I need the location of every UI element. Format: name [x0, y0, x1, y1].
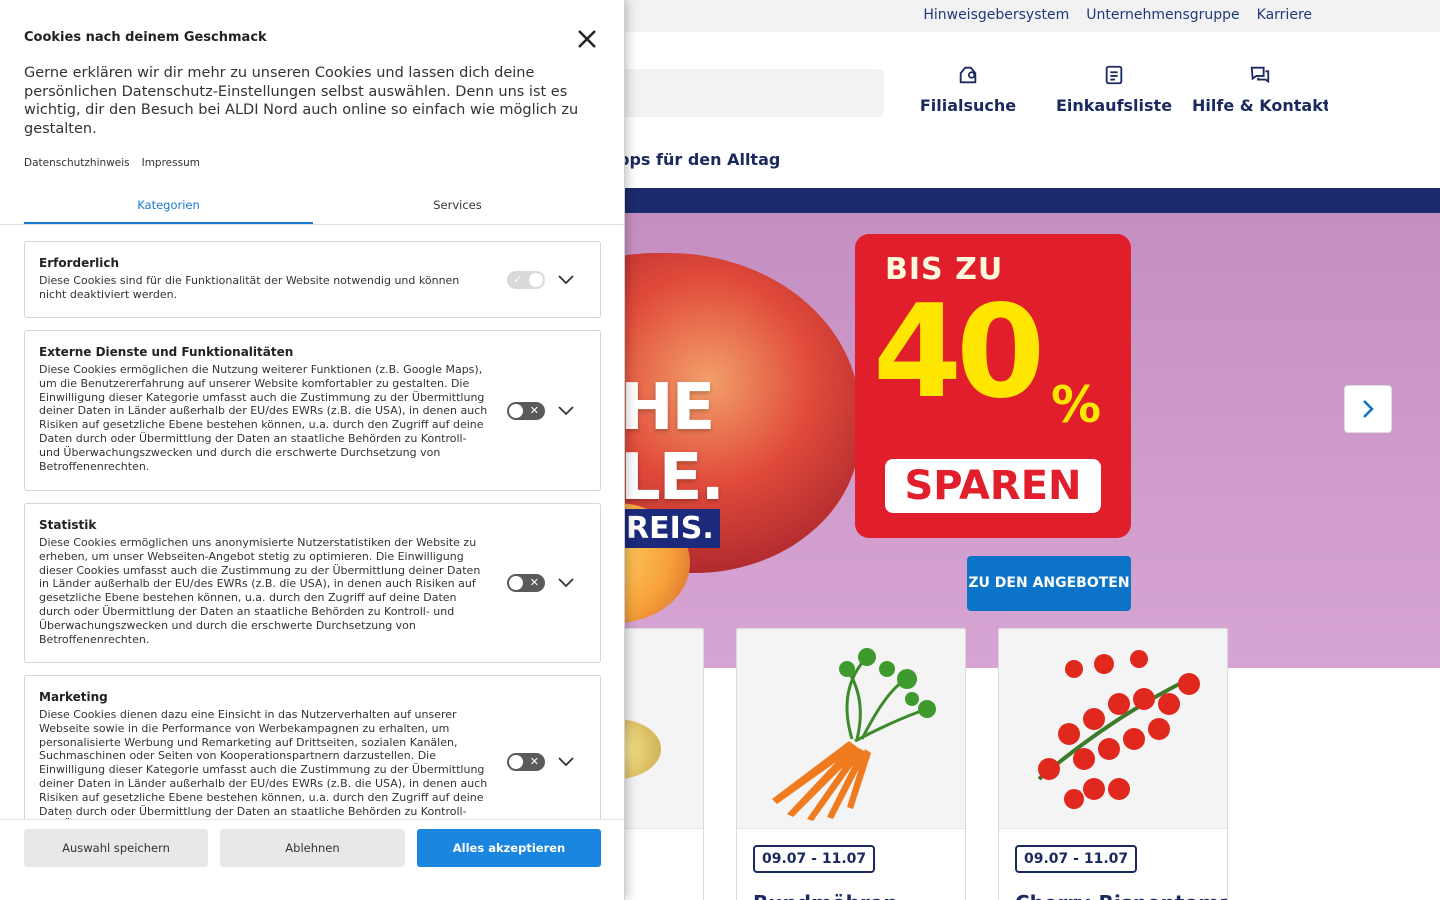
- link-karriere[interactable]: Karriere: [1257, 7, 1312, 23]
- category-title: Externe Dienste und Funktionalitäten: [39, 345, 294, 359]
- promo-badge: BIS ZU 40 % SPAREN: [855, 234, 1131, 538]
- nav-filialsuche-label: Filialsuche: [919, 96, 1017, 115]
- privacy-link[interactable]: Datenschutzhinweis: [24, 157, 130, 169]
- subnav-apps-alltag[interactable]: pps für den Alltag: [618, 150, 780, 169]
- chat-bubbles-icon: [1250, 66, 1270, 84]
- category-title: Statistik: [39, 518, 97, 532]
- offer-date-badge: 09.07 - 11.07: [753, 845, 876, 873]
- check-icon: ✓: [513, 273, 523, 286]
- cookie-links: Datenschutzhinweis Impressum: [24, 157, 200, 169]
- product-image-carrots: [737, 629, 965, 829]
- utility-links: Hinweisgebersystem Unternehmensgruppe Ka…: [923, 7, 1312, 23]
- toggle-externe-dienste[interactable]: ✕: [507, 402, 545, 420]
- nav-einkaufsliste-label: Einkaufsliste: [1055, 96, 1173, 115]
- close-button[interactable]: [572, 24, 602, 54]
- hero-banner: HE LE. REIS. BIS ZU 40 % SPAREN ZU DEN A…: [600, 213, 1440, 668]
- product-title[interactable]: Bundmöhren: [753, 891, 898, 900]
- tomatoes-illustration: [1037, 650, 1200, 809]
- toggle-knob: [509, 404, 523, 418]
- hero-headline-line-2: LE.: [620, 441, 725, 515]
- shopping-list-icon: [1105, 65, 1123, 85]
- chevron-down-icon[interactable]: [557, 405, 575, 417]
- category-erforderlich: Erforderlich Diese Cookies sind für die …: [24, 241, 601, 318]
- hero-price-tag: REIS.: [620, 509, 720, 548]
- tab-services[interactable]: Services: [313, 198, 602, 212]
- category-title: Marketing: [39, 690, 108, 704]
- toggle-knob: [509, 755, 523, 769]
- nav-einkaufsliste[interactable]: Einkaufsliste: [1054, 64, 1174, 115]
- hero-headline: HE LE.: [620, 371, 725, 515]
- category-marketing: Marketing Diese Cookies dienen dazu eine…: [24, 675, 601, 835]
- category-description: Diese Cookies ermöglichen uns anonymisie…: [39, 536, 481, 646]
- close-icon: [578, 30, 596, 48]
- hero-headline-line-1: HE: [620, 371, 715, 445]
- cookie-footer: Auswahl speichern Ablehnen Alles akzepti…: [0, 819, 624, 900]
- chevron-down-icon[interactable]: [557, 756, 575, 768]
- promo-sparen: SPAREN: [885, 459, 1101, 513]
- offer-date-badge: 09.07 - 11.07: [1015, 845, 1138, 873]
- imprint-link[interactable]: Impressum: [142, 157, 200, 169]
- toggle-erforderlich: ✓: [507, 271, 545, 289]
- cookie-panel-title: Cookies nach deinem Geschmack: [24, 30, 267, 45]
- toggle-marketing[interactable]: ✕: [507, 753, 545, 771]
- nav-hilfe-kontakt[interactable]: Hilfe & Kontakt: [1192, 64, 1328, 115]
- chevron-down-icon[interactable]: [557, 274, 575, 286]
- cookie-consent-panel: Cookies nach deinem Geschmack Gerne erkl…: [0, 0, 625, 900]
- x-icon: ✕: [529, 755, 539, 768]
- nav-filialsuche[interactable]: Filialsuche: [916, 64, 1020, 115]
- toggle-statistik[interactable]: ✕: [507, 574, 545, 592]
- category-title: Erforderlich: [39, 256, 120, 270]
- store-location-icon: [959, 66, 977, 84]
- category-description: Diese Cookies ermöglichen die Nutzung we…: [39, 363, 488, 473]
- category-statistik: Statistik Diese Cookies ermöglichen uns …: [24, 503, 601, 663]
- nav-hilfe-label: Hilfe & Kontakt: [1192, 96, 1328, 115]
- toggle-knob: [509, 576, 523, 590]
- carrots-illustration: [772, 648, 936, 821]
- product-card[interactable]: 09.07 - 11.07 Bundmöhren: [736, 628, 966, 900]
- deny-button[interactable]: Ablehnen: [220, 829, 405, 867]
- product-card[interactable]: 09.07 - 11.07 Cherry-Rispentomaten: [998, 628, 1228, 900]
- category-description: Diese Cookies dienen dazu eine Einsicht …: [39, 708, 488, 831]
- slider-next-button[interactable]: [1344, 385, 1392, 433]
- product-image-tomatoes: [999, 629, 1227, 829]
- category-externe-dienste: Externe Dienste und Funktionalitäten Die…: [24, 330, 601, 491]
- search-input[interactable]: [600, 69, 884, 117]
- link-unternehmensgruppe[interactable]: Unternehmensgruppe: [1086, 7, 1239, 23]
- save-selection-button[interactable]: Auswahl speichern: [24, 829, 208, 867]
- category-description: Diese Cookies sind für die Funktionalitä…: [39, 274, 460, 301]
- cookie-tabs: Kategorien Services: [0, 190, 624, 225]
- product-title[interactable]: Cherry-Rispentomaten: [1015, 891, 1227, 900]
- link-hinweisgebersystem[interactable]: Hinweisgebersystem: [923, 7, 1069, 23]
- promo-number: 40: [873, 278, 1045, 427]
- cookie-intro-text: Gerne erklären wir dir mehr zu unseren C…: [24, 65, 579, 137]
- x-icon: ✕: [529, 576, 539, 589]
- chevron-down-icon[interactable]: [557, 577, 575, 589]
- x-icon: ✕: [529, 404, 539, 417]
- tab-kategorien[interactable]: Kategorien: [24, 198, 313, 224]
- to-offers-button[interactable]: ZU DEN ANGEBOTEN: [967, 556, 1131, 611]
- accept-all-button[interactable]: Alles akzeptieren: [417, 829, 601, 867]
- toggle-knob: [529, 273, 543, 287]
- brand-band: [600, 188, 1440, 213]
- chevron-right-icon: [1363, 400, 1374, 418]
- promo-percent: %: [1051, 376, 1102, 434]
